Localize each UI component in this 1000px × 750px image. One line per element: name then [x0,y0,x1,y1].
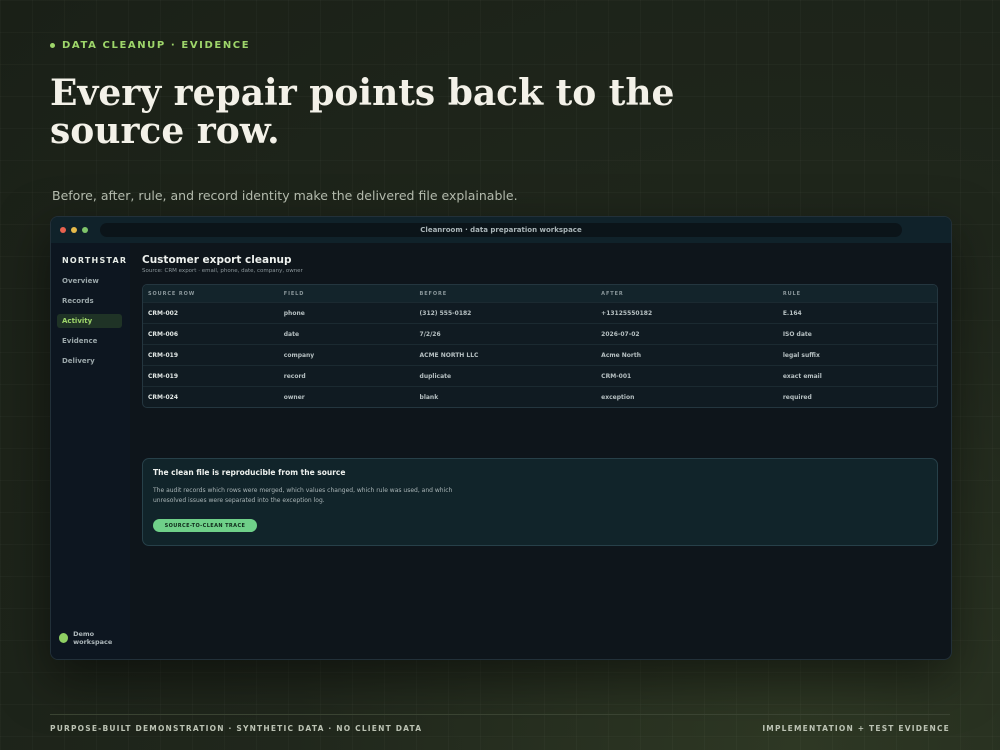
table-cell: 2026-07-02 [601,330,640,338]
table-cell: date [283,330,300,338]
table-cell: required [782,393,812,401]
table-cell: phone [283,309,305,317]
table-cell: 7/2/26 [419,330,441,338]
sidebar-item-records[interactable]: Records [57,294,122,308]
maximize-window-icon[interactable] [82,227,88,233]
source-caption: Source: CRM export · email, phone, date,… [142,268,303,274]
table-cell: record [283,372,306,380]
column-header: RULE [782,290,801,297]
table-cell: blank [419,393,439,401]
close-window-icon[interactable] [60,227,66,233]
table-cell: ISO date [782,330,812,338]
table-row[interactable]: CRM-006 date 7/2/26 2026-07-02 ISO date [143,323,937,344]
main-content: Customer export cleanup Source: CRM expo… [142,243,938,659]
eyebrow: DATA CLEANUP · EVIDENCE [50,40,250,51]
table-cell: CRM-019 [148,351,179,359]
table-cell: CRM-024 [148,393,179,401]
column-header: BEFORE [419,290,448,297]
minimize-window-icon[interactable] [71,227,77,233]
page-title: Every repair points back to the source r… [50,72,675,152]
table-cell: CRM-002 [148,309,179,317]
table-cell: Acme North [601,351,642,359]
table-cell: CRM-006 [148,330,179,338]
sidebar-nav: Overview Records Activity Evidence Delivery [57,274,122,374]
section-title: Customer export cleanup [142,254,292,266]
table-header: SOURCE ROW FIELD BEFORE AFTER RULE [143,285,937,302]
table-cell: E.164 [782,309,802,317]
sidebar-item-overview[interactable]: Overview [57,274,122,288]
table-cell: legal suffix [782,351,820,359]
table-cell: (312) 555-0182 [419,309,472,317]
window-titlebar: Cleanroom · data preparation workspace [51,217,951,243]
cleanup-table: SOURCE ROW FIELD BEFORE AFTER RULE CRM-002 ph… [142,284,938,408]
table-cell: ACME NORTH LLC [419,351,479,359]
sidebar: NORTHSTAR Overview Records Activity Evidenc… [51,243,130,659]
eyebrow-dot-icon [50,43,55,48]
sidebar-item-delivery[interactable]: Delivery [57,354,122,368]
table-cell: CRM-001 [601,372,632,380]
table-cell: +13125550182 [601,309,653,317]
column-header: FIELD [283,290,305,297]
source-to-clean-trace-button[interactable]: SOURCE-TO-CLEAN TRACE [153,519,257,532]
table-cell: exception [601,393,635,401]
page-subtitle: Before, after, rule, and record identity… [52,188,518,203]
audit-callout: The clean file is reproducible from the … [142,458,938,546]
sidebar-item-activity[interactable]: Activity [57,314,122,328]
callout-title: The clean file is reproducible from the … [153,468,346,477]
table-row[interactable]: CRM-019 company ACME NORTH LLC Acme North le… [143,344,937,365]
brand-logo: NORTHSTAR [62,256,128,265]
table-cell: exact email [782,372,822,380]
table-cell: company [283,351,315,359]
app-window: Cleanroom · data preparation workspace N… [50,216,952,660]
footer-divider [50,714,950,715]
table-cell: duplicate [419,372,452,380]
footer-evidence-label: IMPLEMENTATION + TEST EVIDENCE [762,724,950,733]
eyebrow-label: DATA CLEANUP · EVIDENCE [62,40,251,51]
callout-body: The audit records which rows were merged… [153,487,453,504]
address-bar[interactable]: Cleanroom · data preparation workspace [100,223,902,237]
table-row[interactable]: CRM-024 owner blank exception required [143,386,937,407]
column-header: SOURCE ROW [148,290,196,297]
table-row[interactable]: CRM-019 record duplicate CRM-001 exact email [143,365,937,386]
column-header: AFTER [601,290,624,297]
table-cell: CRM-019 [148,372,179,380]
window-controls [60,227,88,233]
workspace-label: Demo workspace [73,630,113,646]
footer-disclaimer: PURPOSE-BUILT DEMONSTRATION · SYNTHETIC … [50,724,423,733]
workspace-switcher[interactable]: Demo workspace [59,630,130,646]
sidebar-item-evidence[interactable]: Evidence [57,334,122,348]
table-row[interactable]: CRM-002 phone (312) 555-0182 +13125550182 E.… [143,302,937,323]
table-cell: owner [283,393,305,401]
avatar [59,633,69,643]
